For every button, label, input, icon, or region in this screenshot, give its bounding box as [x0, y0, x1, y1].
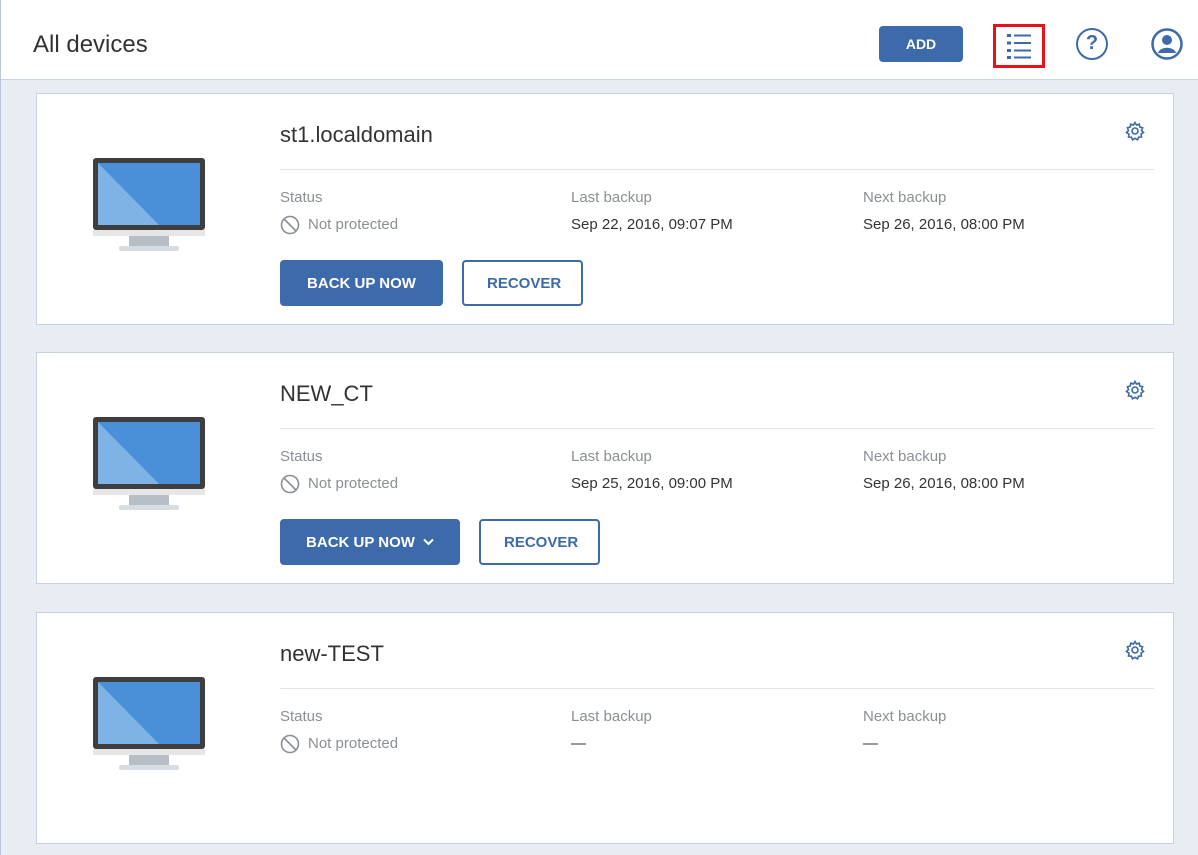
divider [280, 428, 1154, 429]
recover-button[interactable]: RECOVER [462, 260, 583, 306]
status-text: Not protected [308, 475, 399, 492]
list-view-icon [1007, 34, 1031, 59]
list-view-button[interactable] [993, 24, 1045, 68]
recover-button[interactable]: RECOVER [479, 519, 600, 565]
not-protected-icon [280, 474, 300, 494]
gear-icon[interactable] [1125, 380, 1145, 400]
back-up-now-button[interactable]: BACK UP NOW [280, 519, 460, 565]
next-backup-value: Sep 26, 2016, 08:00 PM [863, 216, 1025, 233]
device-name: new-TEST [280, 641, 384, 666]
next-backup-value: Sep 26, 2016, 08:00 PM [863, 475, 1025, 492]
page-title: All devices [33, 31, 148, 58]
not-protected-icon [280, 734, 300, 754]
add-button[interactable]: ADD [879, 26, 963, 62]
monitor-icon [93, 677, 205, 770]
gear-icon[interactable] [1125, 640, 1145, 660]
last-backup-value: Sep 25, 2016, 09:00 PM [571, 475, 733, 492]
device-name: NEW_CT [280, 381, 373, 406]
last-backup-label: Last backup [571, 448, 652, 465]
status-label: Status [280, 708, 323, 725]
last-backup-value: Sep 22, 2016, 09:07 PM [571, 216, 733, 233]
status-text: Not protected [308, 216, 399, 233]
divider [280, 169, 1154, 170]
not-protected-icon [280, 215, 300, 235]
chevron-down-icon [423, 538, 434, 546]
last-backup-value: — [571, 735, 586, 752]
status-text: Not protected [308, 735, 399, 752]
app-window: All devices ADD ? st1.localdomain Status… [0, 0, 1198, 855]
status-label: Status [280, 448, 323, 465]
next-backup-label: Next backup [863, 448, 947, 465]
back-up-now-label: BACK UP NOW [306, 533, 415, 551]
next-backup-value: — [863, 735, 878, 752]
last-backup-label: Last backup [571, 708, 652, 725]
monitor-icon [93, 417, 205, 510]
device-card: new-TEST Status Last backup Next backup … [36, 612, 1174, 844]
help-icon[interactable]: ? [1076, 28, 1108, 60]
device-card: NEW_CT Status Last backup Next backup No… [36, 352, 1174, 584]
status-value: Not protected [280, 474, 398, 494]
monitor-icon [93, 158, 205, 251]
next-backup-label: Next backup [863, 708, 947, 725]
status-value: Not protected [280, 215, 398, 235]
gear-icon[interactable] [1125, 121, 1145, 141]
device-card: st1.localdomain Status Last backup Next … [36, 93, 1174, 325]
account-icon [1151, 28, 1183, 60]
device-name: st1.localdomain [280, 122, 433, 147]
divider [280, 688, 1154, 689]
status-value: Not protected [280, 734, 398, 754]
back-up-now-label: BACK UP NOW [307, 274, 416, 292]
back-up-now-button[interactable]: BACK UP NOW [280, 260, 443, 306]
account-button[interactable] [1151, 28, 1183, 60]
last-backup-label: Last backup [571, 189, 652, 206]
status-label: Status [280, 189, 323, 206]
next-backup-label: Next backup [863, 189, 947, 206]
header-bar: All devices ADD ? [1, 0, 1198, 80]
